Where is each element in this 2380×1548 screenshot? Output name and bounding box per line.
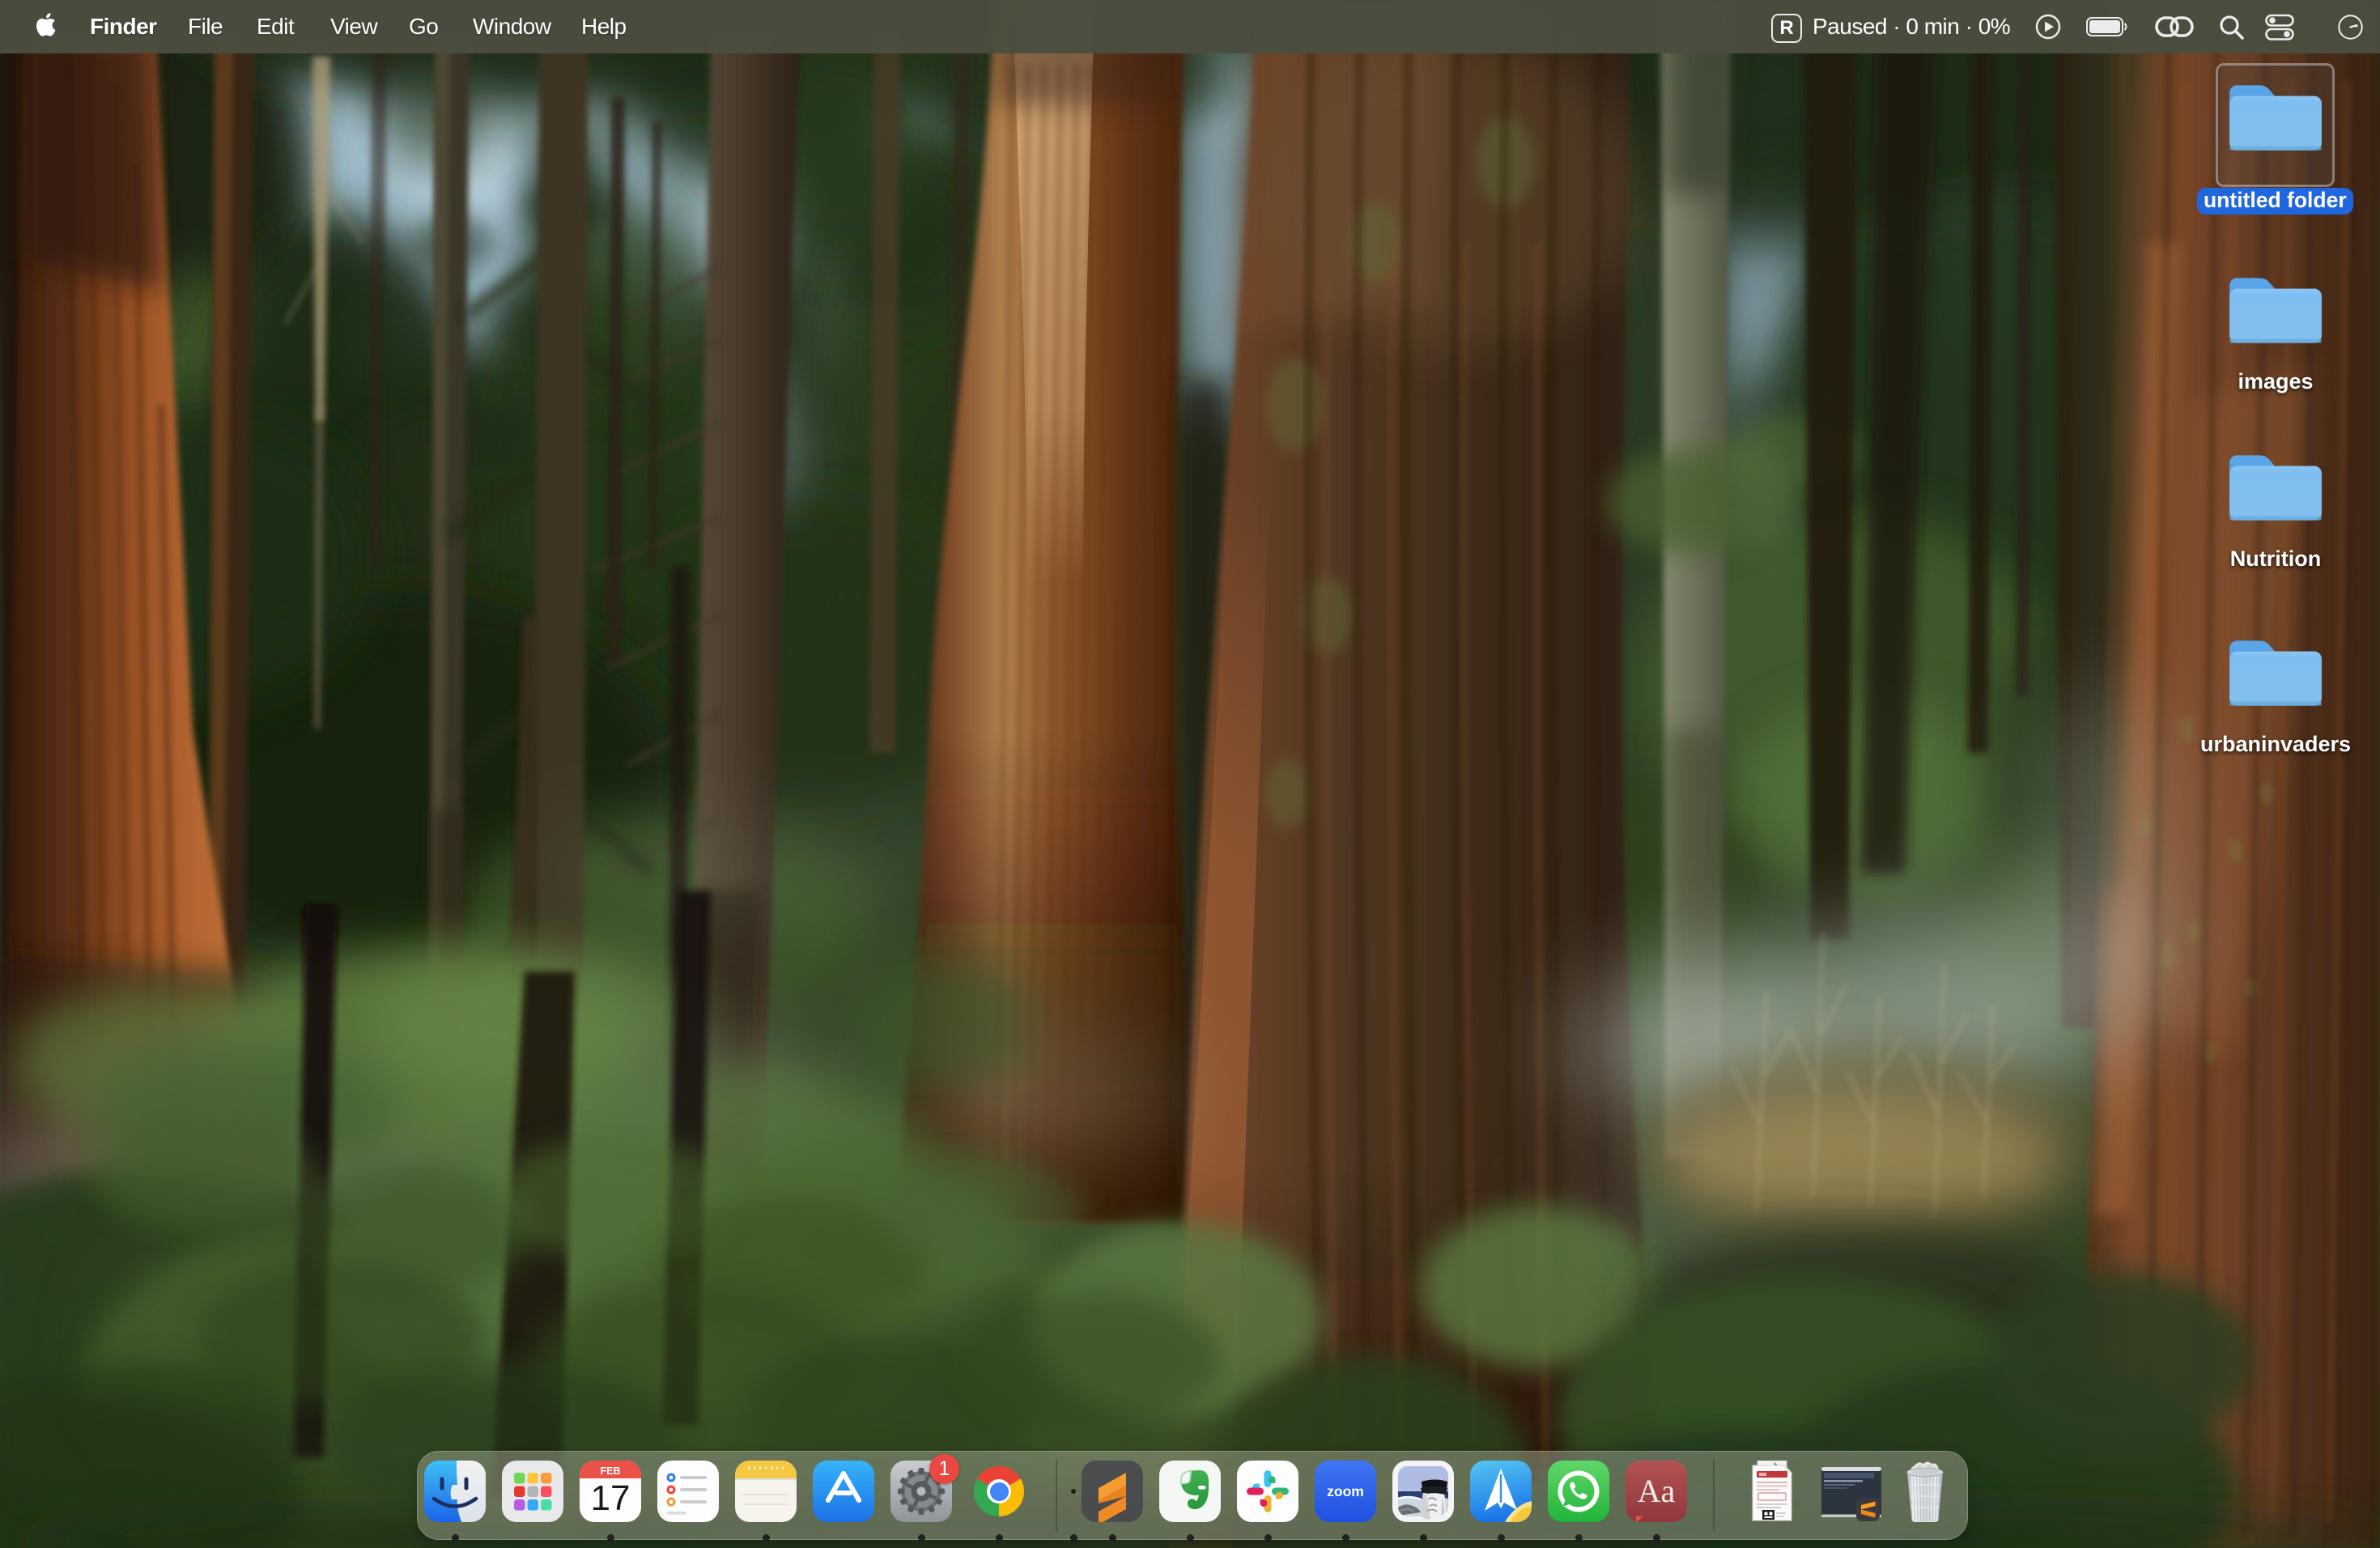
svg-text:zoom: zoom — [1327, 1483, 1364, 1499]
svg-text:FEB: FEB — [601, 1465, 621, 1477]
svg-text:17: 17 — [591, 1478, 631, 1518]
svg-text:Aa: Aa — [1638, 1473, 1676, 1509]
